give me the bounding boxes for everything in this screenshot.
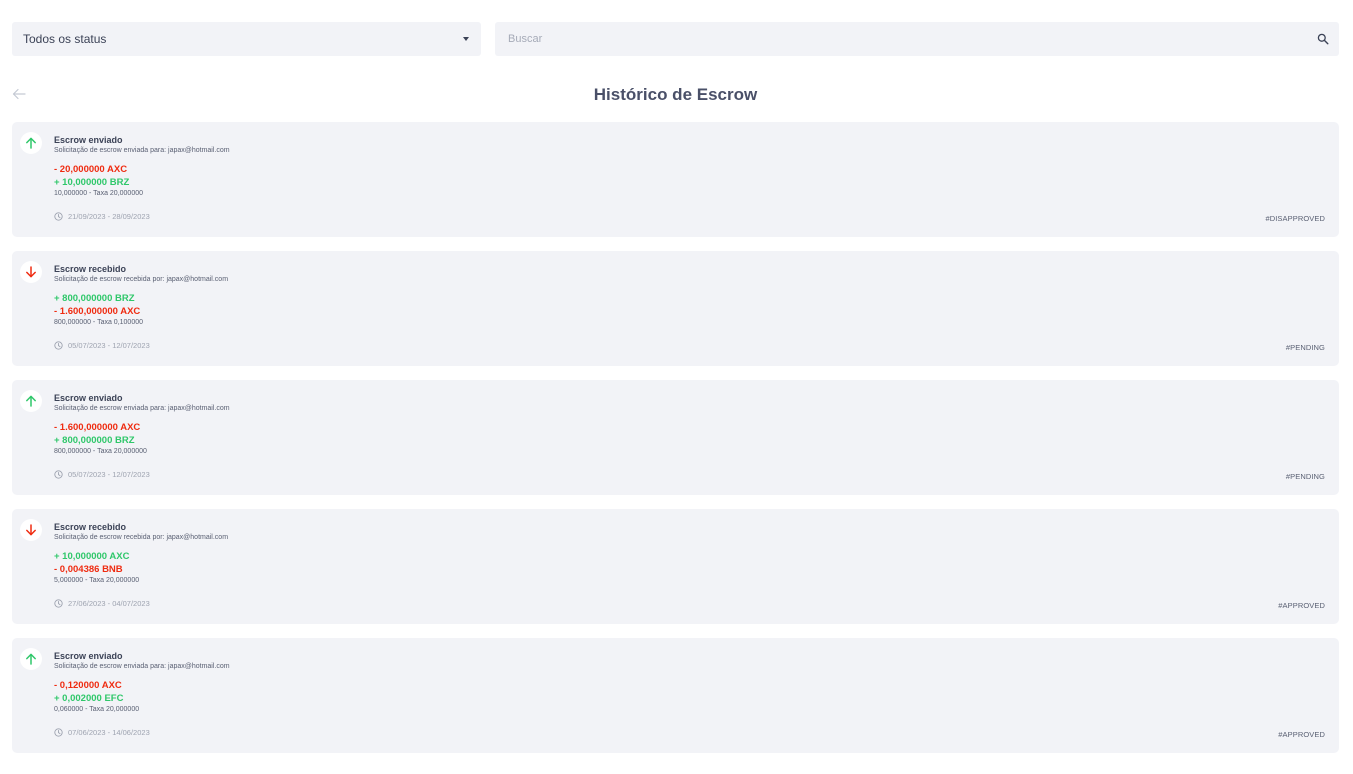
escrow-card[interactable]: Escrow enviado Solicitação de escrow env… [12, 380, 1339, 495]
escrow-amounts: - 1.600,000000 AXC + 800,000000 BRZ 800,0… [54, 421, 1327, 456]
arrow-up-icon [20, 648, 42, 670]
date-range: 21/09/2023 - 28/09/2023 [68, 212, 150, 221]
page-header: Histórico de Escrow [12, 84, 1339, 108]
escrow-dates: 05/07/2023 - 12/07/2023 [54, 470, 150, 479]
arrow-up-icon [20, 390, 42, 412]
arrow-down-icon [20, 519, 42, 541]
clock-icon [54, 212, 68, 221]
page-title: Histórico de Escrow [593, 85, 758, 104]
escrow-fee: 10,000000 - Taxa 20,000000 [54, 190, 144, 197]
escrow-amounts: - 20,000000 AXC + 10,000000 BRZ 10,000000… [54, 163, 1327, 198]
card-content: Escrow recebido Solicitação de escrow re… [54, 522, 1327, 585]
escrow-dates: 27/06/2023 - 04/07/2023 [54, 599, 150, 608]
date-range: 27/06/2023 - 04/07/2023 [68, 599, 150, 608]
escrow-list: Escrow enviado Solicitação de escrow env… [12, 122, 1339, 767]
escrow-amounts: + 800,000000 BRZ - 1.600,000000 AXC 800,0… [54, 292, 1327, 327]
amount-positive: + 0,002000 EFC [54, 693, 124, 704]
amount-negative: - 0,004386 BNB [54, 564, 123, 575]
escrow-subtitle: Solicitação de escrow enviada para: japa… [54, 147, 230, 154]
escrow-amounts: - 0,120000 AXC + 0,002000 EFC 0,060000 - … [54, 679, 1327, 714]
card-content: Escrow enviado Solicitação de escrow env… [54, 135, 1327, 198]
arrow-up-icon [20, 132, 42, 154]
escrow-subtitle: Solicitação de escrow recebida por: japa… [54, 276, 229, 283]
amount-positive: + 800,000000 BRZ [54, 435, 135, 446]
escrow-title: Escrow enviado [54, 393, 123, 403]
status-select[interactable]: Todos os status [12, 22, 481, 56]
escrow-dates: 07/06/2023 - 14/06/2023 [54, 728, 150, 737]
amount-negative: - 1.600,000000 AXC [54, 422, 141, 433]
escrow-amounts: + 10,000000 AXC - 0,004386 BNB 5,000000 -… [54, 550, 1327, 585]
escrow-card[interactable]: Escrow recebido Solicitação de escrow re… [12, 251, 1339, 366]
amount-positive: + 10,000000 BRZ [54, 177, 130, 188]
clock-icon [54, 599, 68, 608]
search-input[interactable] [506, 32, 1317, 46]
date-range: 05/07/2023 - 12/07/2023 [68, 470, 150, 479]
escrow-title: Escrow enviado [54, 651, 123, 661]
escrow-subtitle: Solicitação de escrow enviada para: japa… [54, 405, 230, 412]
caret-down-icon [463, 37, 469, 41]
clock-icon [54, 341, 68, 350]
escrow-card[interactable]: Escrow enviado Solicitação de escrow env… [12, 638, 1339, 753]
escrow-subtitle: Solicitação de escrow recebida por: japa… [54, 534, 229, 541]
clock-icon [54, 470, 68, 479]
escrow-fee: 5,000000 - Taxa 20,000000 [54, 577, 140, 584]
escrow-title: Escrow recebido [54, 264, 127, 274]
status-badge: #APPROVED [1278, 601, 1325, 610]
amount-negative: - 1.600,000000 AXC [54, 306, 141, 317]
escrow-subtitle: Solicitação de escrow enviada para: japa… [54, 663, 230, 670]
search-icon[interactable] [1317, 33, 1329, 45]
amount-positive: + 10,000000 AXC [54, 551, 130, 562]
date-range: 05/07/2023 - 12/07/2023 [68, 341, 150, 350]
card-content: Escrow enviado Solicitação de escrow env… [54, 651, 1327, 714]
escrow-dates: 21/09/2023 - 28/09/2023 [54, 212, 150, 221]
escrow-dates: 05/07/2023 - 12/07/2023 [54, 341, 150, 350]
escrow-fee: 800,000000 - Taxa 20,000000 [54, 448, 147, 455]
search-box [495, 22, 1339, 56]
escrow-title: Escrow enviado [54, 135, 123, 145]
status-badge: #DISAPPROVED [1265, 214, 1325, 223]
clock-icon [54, 728, 68, 737]
amount-positive: + 800,000000 BRZ [54, 293, 135, 304]
status-badge: #PENDING [1285, 343, 1325, 352]
escrow-title: Escrow recebido [54, 522, 127, 532]
card-content: Escrow enviado Solicitação de escrow env… [54, 393, 1327, 456]
escrow-card[interactable]: Escrow recebido Solicitação de escrow re… [12, 509, 1339, 624]
date-range: 07/06/2023 - 14/06/2023 [68, 728, 150, 737]
status-badge: #PENDING [1285, 472, 1325, 481]
card-content: Escrow recebido Solicitação de escrow re… [54, 264, 1327, 327]
amount-negative: - 0,120000 AXC [54, 680, 122, 691]
status-badge: #APPROVED [1278, 730, 1325, 739]
arrow-down-icon [20, 261, 42, 283]
escrow-card[interactable]: Escrow enviado Solicitação de escrow env… [12, 122, 1339, 237]
status-select-value: Todos os status [23, 32, 107, 46]
escrow-fee: 800,000000 - Taxa 0,100000 [54, 319, 144, 326]
filter-bar: Todos os status [12, 22, 1339, 56]
escrow-fee: 0,060000 - Taxa 20,000000 [54, 706, 140, 713]
amount-negative: - 20,000000 AXC [54, 164, 128, 175]
